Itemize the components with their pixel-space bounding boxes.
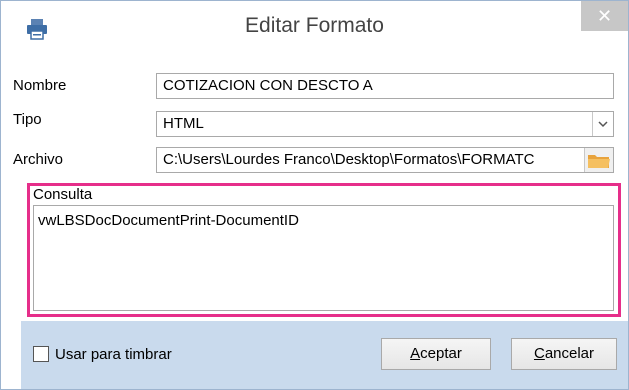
cancelar-button[interactable]: Cancelar <box>511 338 617 370</box>
dialog-footer: Usar para timbrar Aceptar Cancelar <box>21 321 628 389</box>
aceptar-button[interactable]: Aceptar <box>381 338 491 370</box>
title-bar: Editar Formato ✕ <box>1 1 628 53</box>
close-button[interactable]: ✕ <box>581 1 628 31</box>
nombre-field[interactable]: COTIZACION CON DESCTO A <box>156 73 614 99</box>
aceptar-mnemonic: A <box>410 345 421 362</box>
browse-folder-button[interactable] <box>584 148 613 172</box>
close-icon: ✕ <box>596 6 613 26</box>
consulta-value: vwLBSDocDocumentPrint-DocumentID <box>38 212 299 229</box>
folder-icon <box>588 155 610 168</box>
usar-para-timbrar-option[interactable]: Usar para timbrar <box>33 344 172 364</box>
usar-para-timbrar-checkbox[interactable] <box>33 346 49 362</box>
aceptar-label-rest: ceptar <box>420 345 462 362</box>
usar-para-timbrar-label: Usar para timbrar <box>55 345 172 363</box>
nombre-value: COTIZACION CON DESCTO A <box>163 77 373 94</box>
tipo-label: Tipo <box>13 111 42 128</box>
tipo-value: HTML <box>163 115 204 132</box>
archivo-value: C:\Users\Lourdes Franco\Desktop\Formatos… <box>163 151 535 168</box>
dialog-window: Editar Formato ✕ Nombre COTIZACION CON D… <box>0 0 629 390</box>
cancelar-mnemonic: C <box>533 345 545 362</box>
archivo-label: Archivo <box>13 151 64 168</box>
nombre-label: Nombre <box>13 77 67 94</box>
consulta-textarea[interactable]: vwLBSDocDocumentPrint-DocumentID <box>33 205 614 311</box>
dropdown-arrow-button[interactable] <box>592 112 613 136</box>
chevron-down-icon <box>598 121 608 128</box>
dialog-title: Editar Formato <box>245 14 384 37</box>
archivo-field[interactable]: C:\Users\Lourdes Franco\Desktop\Formatos… <box>156 147 614 173</box>
tipo-select[interactable]: HTML <box>156 111 614 137</box>
consulta-label: Consulta <box>33 186 93 203</box>
cancelar-label-rest: ancelar <box>544 345 595 362</box>
